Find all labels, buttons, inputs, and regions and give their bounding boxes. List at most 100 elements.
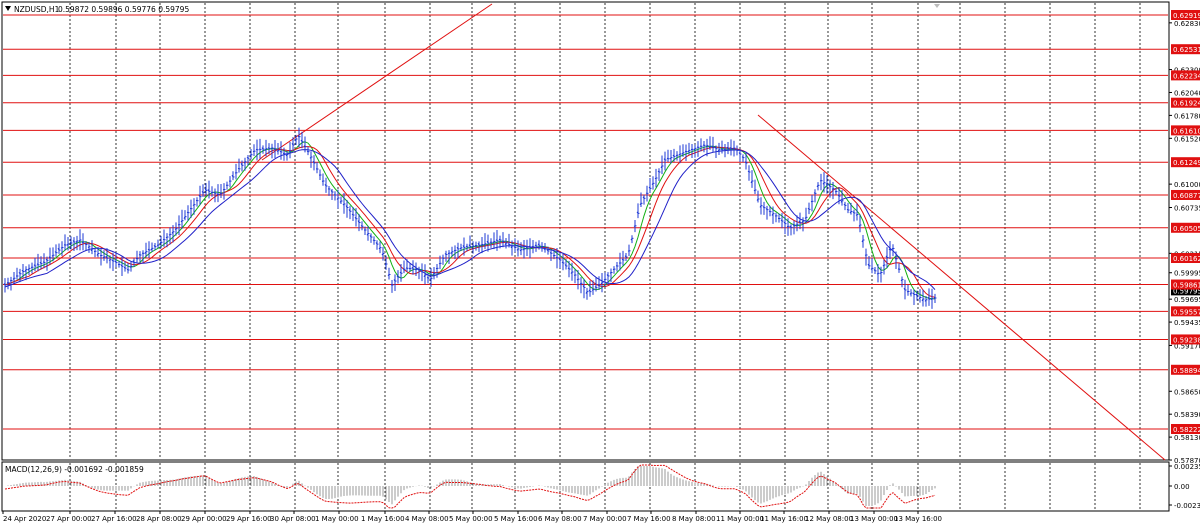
macd-tick-label: -0.002325 [1174,502,1200,510]
price-bar-open [676,155,677,156]
price-bar-open [931,299,932,300]
price-bar-open [754,190,755,191]
time-label: 11 May 16:00 [760,515,808,523]
level-price-label: 0.61610 [1173,127,1200,135]
price-bar-open [211,192,212,193]
price-bar-open [604,279,605,280]
price-bar-open [352,214,353,215]
price-bar-open [847,209,848,210]
level-price-label: 0.58222 [1173,426,1200,434]
price-tick-label: 0.61780 [1174,112,1200,120]
price-tick-label: 0.59435 [1174,319,1200,327]
price-tick-label: 0.62830 [1174,20,1200,28]
level-price-label: 0.60505 [1173,225,1200,233]
time-label: 4 May 08:00 [405,515,449,523]
time-label: 27 Apr 16:00 [91,515,137,523]
chart-header: NZDUSD,H1 0.59872 0.59896 0.59776 0.5979… [5,5,189,14]
time-label: 28 Apr 08:00 [136,515,182,523]
price-bar-open [439,263,440,264]
ohlc-values: 0.59872 0.59896 0.59776 0.59795 [58,5,189,14]
macd-tick-label: 0.00 [1174,483,1190,491]
price-bar-open [274,148,275,149]
price-bar-open [127,269,128,270]
price-bar-open [562,262,563,263]
price-bar-open [544,249,545,250]
price-bar-open [508,244,509,245]
price-bar-open [148,249,149,250]
price-bar-open [523,249,524,250]
price-bar-open [667,158,668,159]
price-bar-open [277,151,278,152]
price-tick-label: 0.58130 [1174,434,1200,442]
price-bar-open [88,247,89,248]
price-bar-open [250,155,251,156]
time-label: 1 May 16:00 [361,515,405,523]
price-bar-open [220,193,221,194]
symbol-title: NZDUSD,H1 [14,5,60,14]
price-bar-open [61,248,62,249]
price-bar-open [343,204,344,205]
price-bar-open [85,244,86,245]
price-bar-open [742,157,743,158]
level-price-label: 0.62234 [1173,72,1200,80]
price-bar-open [655,178,656,179]
level-price-label: 0.61249 [1173,159,1200,167]
time-label: 24 Apr 2020 [3,515,46,523]
price-bar-open [214,193,215,194]
price-bar-open [580,283,581,284]
price-bar-open [304,146,305,147]
time-label: 27 Apr 00:00 [46,515,92,523]
level-price-label: 0.60162 [1173,255,1200,263]
price-chart[interactable]: 0.628300.623000.620400.617800.615200.610… [0,0,1200,527]
time-label: 30 Apr 08:00 [270,515,316,523]
price-bar-open [577,279,578,280]
price-bar-open [634,226,635,227]
price-bar-open [535,245,536,246]
level-price-label: 0.59238 [1173,336,1200,344]
price-bar-open [658,171,659,172]
price-tick-label: 0.60735 [1174,205,1200,213]
price-bar-open [268,148,269,149]
time-label: 5 May 00:00 [449,515,493,523]
time-label: 12 May 08:00 [805,515,853,523]
price-bar-open [253,151,254,152]
price-bar-open [622,259,623,260]
price-bar-open [871,268,872,269]
price-bar-open [193,205,194,206]
price-bar-open [454,250,455,251]
price-tick-label: 0.59695 [1174,296,1200,304]
price-bar-open [109,260,110,261]
price-bar-open [280,151,281,152]
price-bar-open [466,246,467,247]
level-price-label: 0.58894 [1173,367,1200,375]
price-bar-open [877,273,878,274]
price-bar-open [769,211,770,212]
level-price-label: 0.59861 [1173,282,1200,290]
price-bar-open [175,229,176,230]
price-bar-open [307,151,308,152]
price-bar-open [481,245,482,246]
price-bar-open [166,237,167,238]
time-label: 7 May 16:00 [627,515,671,523]
price-tick-label: 0.58650 [1174,388,1200,396]
trading-chart-window[interactable]: 0.628300.623000.620400.617800.615200.610… [0,0,1200,527]
time-label: 7 May 00:00 [583,515,627,523]
price-bar-open [736,150,737,151]
price-bar-open [385,264,386,265]
price-bar-open [43,262,44,263]
price-bar-open [373,240,374,241]
level-price-label: 0.59557 [1173,308,1200,316]
price-bar-open [514,247,515,248]
price-bar-open [679,154,680,155]
chart-background [0,0,1200,527]
price-tick-label: 0.61520 [1174,135,1200,143]
price-tick-label: 0.59995 [1174,270,1200,278]
price-bar-open [499,239,500,240]
price-tick-label: 0.58390 [1174,411,1200,419]
price-bar-open [361,226,362,227]
price-bar-open [70,242,71,243]
price-bar-open [247,157,248,158]
price-bar-open [880,273,881,274]
price-bar-open [883,265,884,266]
time-label: 11 May 00:00 [716,515,764,523]
